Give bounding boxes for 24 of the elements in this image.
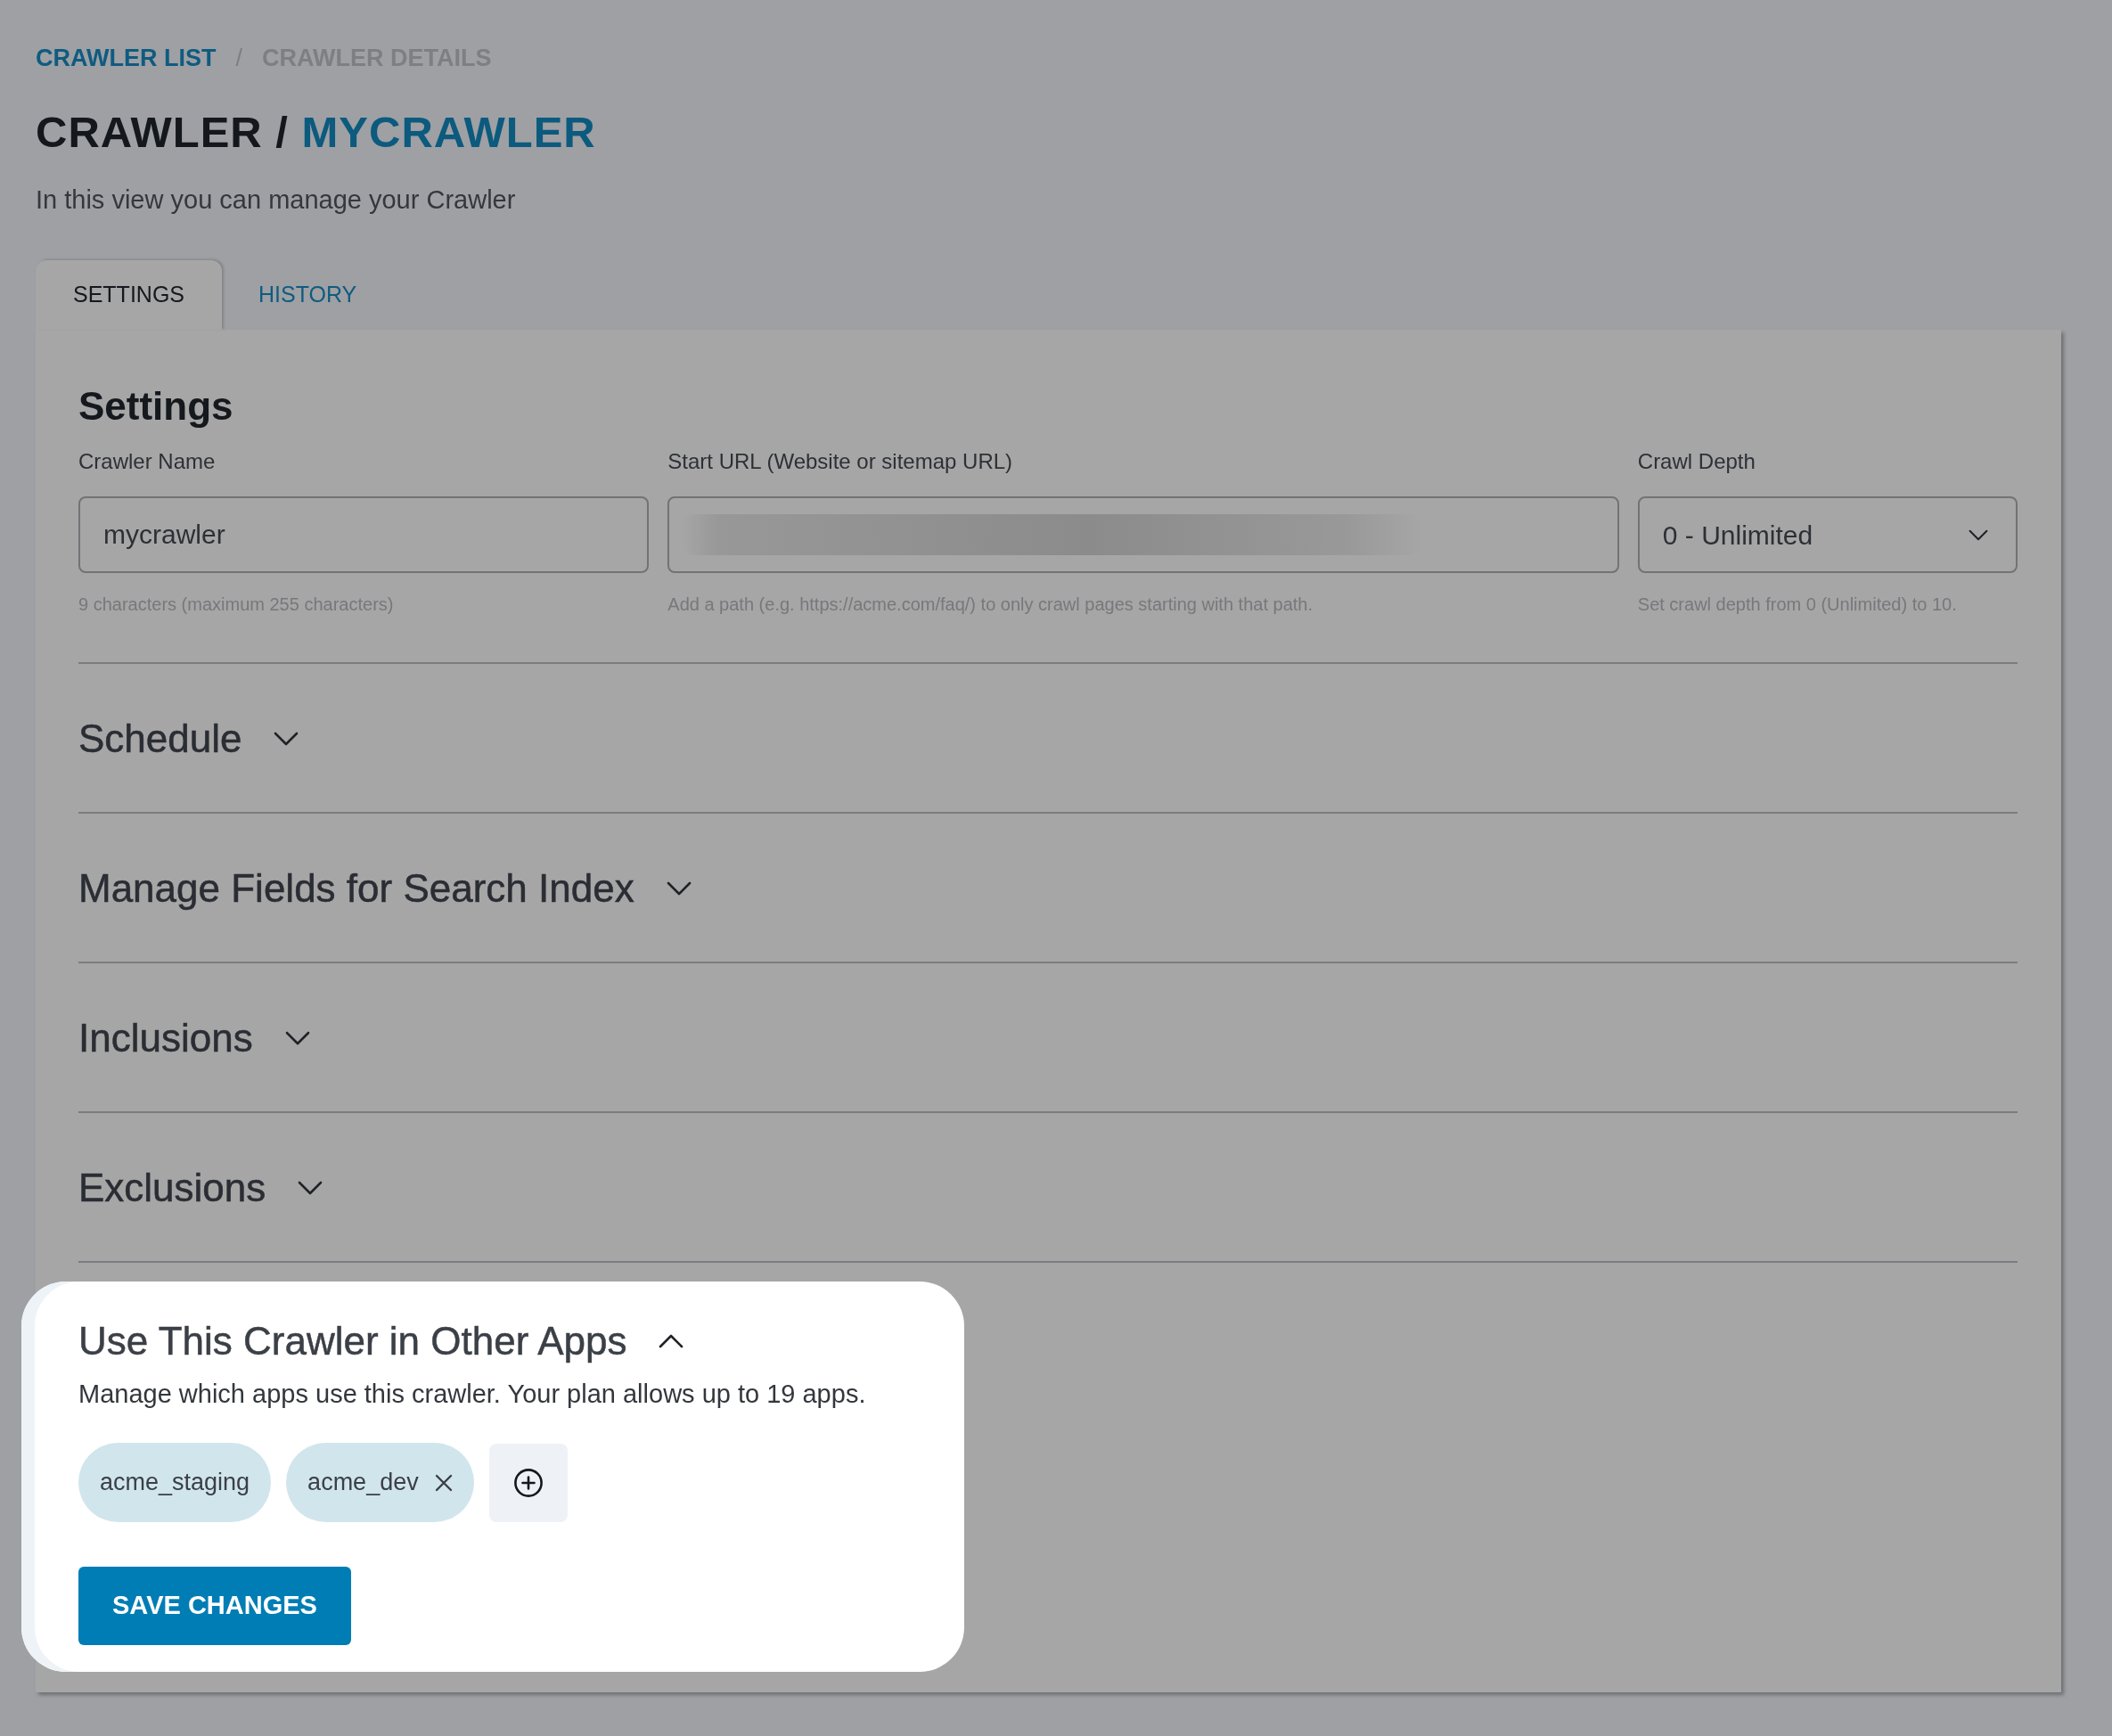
section-toggle[interactable]: Inclusions <box>78 1013 310 1063</box>
field-label: Crawler Name <box>78 448 216 475</box>
app-name: acme_staging <box>100 1468 250 1498</box>
breadcrumb-separator: / <box>235 45 242 71</box>
add-app-button[interactable] <box>488 1443 568 1522</box>
section-toggle[interactable]: Exclusions <box>78 1163 323 1213</box>
page-title: CRAWLER / MYCRAWLER <box>36 107 596 157</box>
text-input[interactable] <box>667 496 1619 573</box>
text-input[interactable]: mycrawler <box>78 496 650 573</box>
section-description: Manage which apps use this crawler. Your plan allows up to 19 apps. <box>78 1379 866 1410</box>
plus-circle-icon <box>513 1468 543 1497</box>
field-label: Crawl Depth <box>1637 448 1756 475</box>
chevron-down-icon <box>1969 528 1988 541</box>
section-toggle[interactable]: Manage Fields for Search Index <box>78 864 692 913</box>
page-subtitle: In this view you can manage your Crawler <box>36 184 516 216</box>
close-icon[interactable] <box>434 1473 453 1492</box>
settings-heading: Settings <box>78 383 233 430</box>
save-changes-button[interactable]: SAVE CHANGES <box>78 1567 351 1645</box>
app-name: acme_dev <box>307 1468 419 1498</box>
field-label: Start URL (Website or sitemap URL) <box>667 448 1013 475</box>
section-toggle[interactable]: Use This Crawler in Other Apps <box>78 1319 684 1363</box>
section-toggle[interactable]: Schedule <box>78 714 299 764</box>
tab[interactable]: SETTINGS <box>36 260 222 330</box>
dropdown-select[interactable]: 0 - Unlimited <box>1637 496 2018 573</box>
